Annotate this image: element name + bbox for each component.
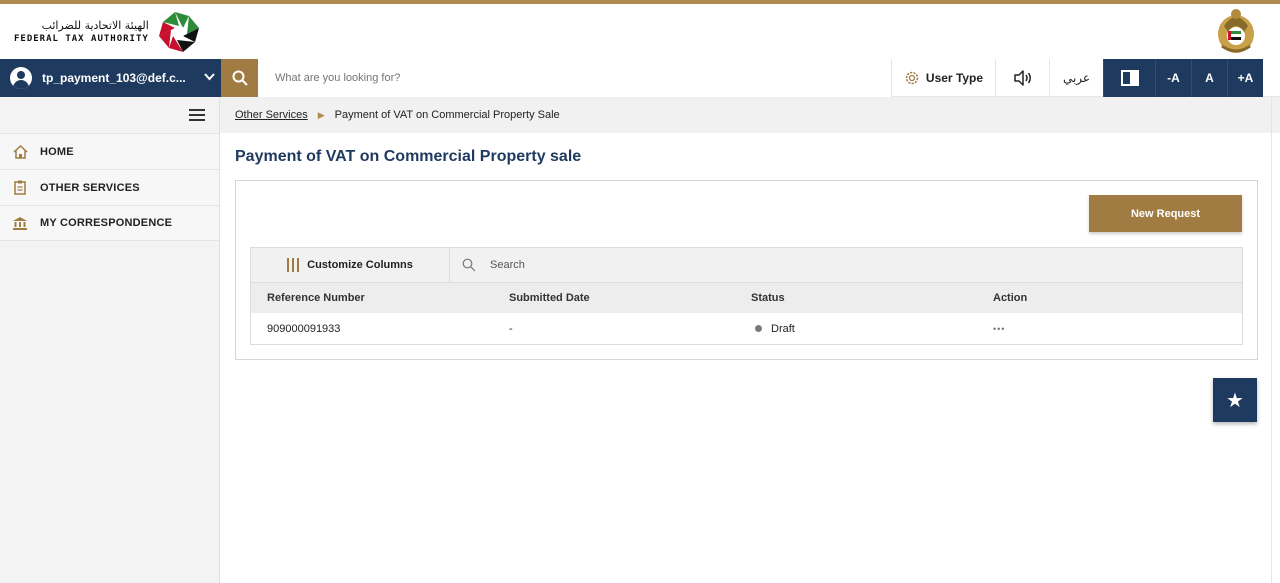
language-toggle[interactable]: عربي: [1049, 59, 1103, 97]
column-header-submitted-date[interactable]: Submitted Date: [493, 292, 735, 304]
column-header-action: Action: [993, 292, 1028, 304]
row-actions-menu[interactable]: •••: [993, 324, 1005, 334]
customize-columns-label: Customize Columns: [307, 259, 413, 271]
grid-toolbar: Customize Columns Search: [250, 247, 1243, 283]
user-avatar-icon: [10, 67, 32, 89]
user-menu[interactable]: tp_payment_103@def.c...: [0, 59, 221, 97]
org-name-ar: الهيئة الاتحادية للضرائب: [41, 19, 149, 32]
grid-search-placeholder: Search: [490, 259, 525, 271]
status-dot-icon: [755, 325, 762, 333]
menu-toggle[interactable]: [0, 97, 219, 133]
user-type-button[interactable]: User Type: [891, 59, 995, 97]
fta-logo[interactable]: الهيئة الاتحادية للضرائب FEDERAL TAX AUT…: [14, 8, 203, 56]
table-header: Reference Number Submitted Date Status A…: [250, 283, 1243, 313]
contrast-icon: [1120, 70, 1139, 86]
sidebar-item-other-services[interactable]: OTHER SERVICES: [0, 169, 219, 205]
font-increase-button[interactable]: +A: [1227, 59, 1263, 97]
contrast-toggle[interactable]: [1103, 59, 1155, 97]
breadcrumb-separator-icon: ▶: [317, 109, 325, 120]
site-header: الهيئة الاتحادية للضرائب FEDERAL TAX AUT…: [0, 4, 1280, 59]
speaker-icon: [1013, 70, 1031, 86]
breadcrumb-current: Payment of VAT on Commercial Property Sa…: [334, 109, 560, 121]
table-row[interactable]: 909000091933 - Draft •••: [250, 313, 1243, 345]
top-toolbar: tp_payment_103@def.c... User Type عربي -…: [0, 59, 1280, 97]
clipboard-icon: [12, 180, 28, 196]
star-icon: ★: [1226, 389, 1244, 412]
search-icon: [232, 70, 248, 86]
column-header-reference[interactable]: Reference Number: [251, 292, 493, 304]
uae-emblem-icon: [1218, 9, 1254, 53]
sidebar-item-label: HOME: [40, 145, 74, 158]
search-button[interactable]: [221, 59, 258, 97]
sidebar-item-label: OTHER SERVICES: [40, 181, 140, 194]
page-title: Payment of VAT on Commercial Property sa…: [235, 148, 582, 165]
gear-icon: [905, 71, 919, 85]
cell-reference-number: 909000091933: [267, 322, 341, 335]
sidebar-item-home[interactable]: HOME: [0, 133, 219, 169]
column-header-status[interactable]: Status: [735, 292, 977, 304]
search-icon: [462, 258, 476, 272]
font-reset-button[interactable]: A: [1191, 59, 1227, 97]
new-request-button[interactable]: New Request: [1089, 195, 1242, 232]
cell-action: •••: [977, 323, 1242, 335]
user-email: tp_payment_103@def.c...: [42, 71, 186, 85]
favorite-button[interactable]: ★: [1213, 378, 1257, 422]
sidebar-item-label: MY CORRESPONDENCE: [40, 217, 173, 229]
breadcrumb-link-other-services[interactable]: Other Services: [235, 109, 308, 121]
hamburger-icon: [189, 109, 205, 121]
status-label: Draft: [771, 322, 795, 335]
org-name-en: FEDERAL TAX AUTHORITY: [14, 34, 149, 44]
cell-status: Draft: [735, 323, 977, 335]
requests-card: New Request Customize Columns Search Ref…: [235, 180, 1258, 360]
home-icon: [12, 144, 28, 160]
sidebar-item-my-correspondence[interactable]: MY CORRESPONDENCE: [0, 205, 219, 241]
global-search-input[interactable]: [258, 59, 891, 97]
chevron-down-icon: [197, 72, 221, 84]
font-decrease-button[interactable]: -A: [1155, 59, 1191, 97]
cell-submitted-date: -: [509, 322, 513, 335]
columns-icon: [287, 258, 300, 272]
customize-columns-button[interactable]: Customize Columns: [251, 248, 450, 282]
scroll-edge-divider: [1271, 97, 1272, 583]
grid-search-field[interactable]: Search: [450, 248, 1242, 282]
breadcrumb: Other Services ▶ Payment of VAT on Comme…: [220, 97, 1280, 133]
user-type-label: User Type: [925, 71, 984, 85]
fta-logo-icon: [158, 12, 199, 52]
bank-icon: [12, 215, 28, 231]
sidebar: HOME OTHER SERVICES MY CORRESPONDENCE: [0, 97, 220, 583]
text-to-speech-button[interactable]: [995, 59, 1049, 97]
